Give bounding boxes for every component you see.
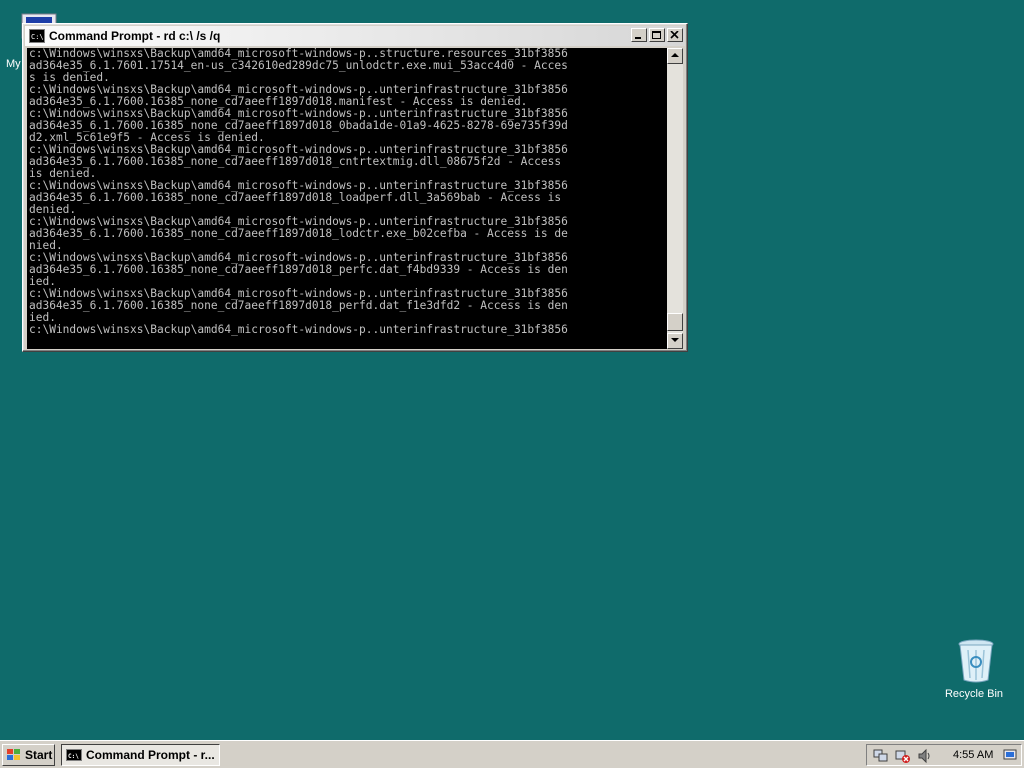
network-icon[interactable]: [873, 748, 889, 764]
svg-text:C:\: C:\: [31, 33, 44, 41]
cmd-icon: C:\: [29, 29, 45, 43]
window-title: Command Prompt - rd c:\ /s /q: [49, 29, 221, 43]
maximize-button[interactable]: [649, 28, 665, 42]
taskbar: Start C:\ Command Prompt - r... 4:55 AM: [0, 740, 1024, 768]
console-output[interactable]: c:\Windows\winsxs\Backup\amd64_microsoft…: [27, 48, 667, 349]
scroll-thumb[interactable]: [667, 313, 683, 331]
taskbar-clock[interactable]: 4:55 AM: [953, 749, 993, 761]
console-text: c:\Windows\winsxs\Backup\amd64_microsoft…: [27, 48, 667, 336]
console-line: ad364e35_6.1.7600.16385_none_cd7aeeff189…: [29, 299, 568, 312]
network-disconnected-icon[interactable]: [895, 748, 911, 764]
scroll-up-button[interactable]: [667, 48, 683, 64]
my-computer-label: My: [6, 58, 21, 70]
minimize-icon: [635, 37, 641, 39]
cmd-icon: C:\: [66, 749, 82, 761]
minimize-button[interactable]: [631, 28, 647, 42]
maximize-icon: [652, 31, 661, 39]
system-tray: 4:55 AM: [866, 744, 1022, 766]
console-line: ad364e35_6.1.7600.16385_none_cd7aeeff189…: [29, 155, 562, 168]
arrow-down-icon: [671, 338, 679, 342]
volume-icon[interactable]: [917, 748, 933, 764]
console-line: ad364e35_6.1.7600.16385_none_cd7aeeff189…: [29, 227, 568, 240]
vertical-scrollbar[interactable]: [667, 48, 683, 349]
start-label: Start: [25, 748, 53, 762]
windows-logo-icon: [7, 749, 20, 760]
start-button[interactable]: Start: [2, 744, 55, 766]
console-line: ad364e35_6.1.7600.16385_none_cd7aeeff189…: [29, 191, 562, 204]
command-prompt-window: C:\ Command Prompt - rd c:\ /s /q c:\Win…: [22, 23, 688, 352]
close-icon: [670, 31, 679, 39]
console-line: c:\Windows\winsxs\Backup\amd64_microsoft…: [29, 323, 568, 336]
taskbar-item-label: Command Prompt - r...: [86, 748, 215, 762]
recycle-bin-icon: [958, 639, 994, 683]
show-desktop-icon[interactable]: [1003, 748, 1017, 762]
svg-text:C:\: C:\: [68, 753, 79, 760]
recycle-bin-label: Recycle Bin: [944, 688, 1004, 700]
arrow-up-icon: [671, 53, 679, 57]
close-button[interactable]: [667, 28, 683, 42]
taskbar-item-command-prompt[interactable]: C:\ Command Prompt - r...: [61, 744, 220, 766]
console-line: ad364e35_6.1.7600.16385_none_cd7aeeff189…: [29, 263, 568, 276]
recycle-bin-desktop-icon[interactable]: Recycle Bin: [942, 636, 1006, 706]
window-titlebar[interactable]: C:\ Command Prompt - rd c:\ /s /q: [25, 26, 685, 46]
scroll-down-button[interactable]: [667, 333, 683, 349]
